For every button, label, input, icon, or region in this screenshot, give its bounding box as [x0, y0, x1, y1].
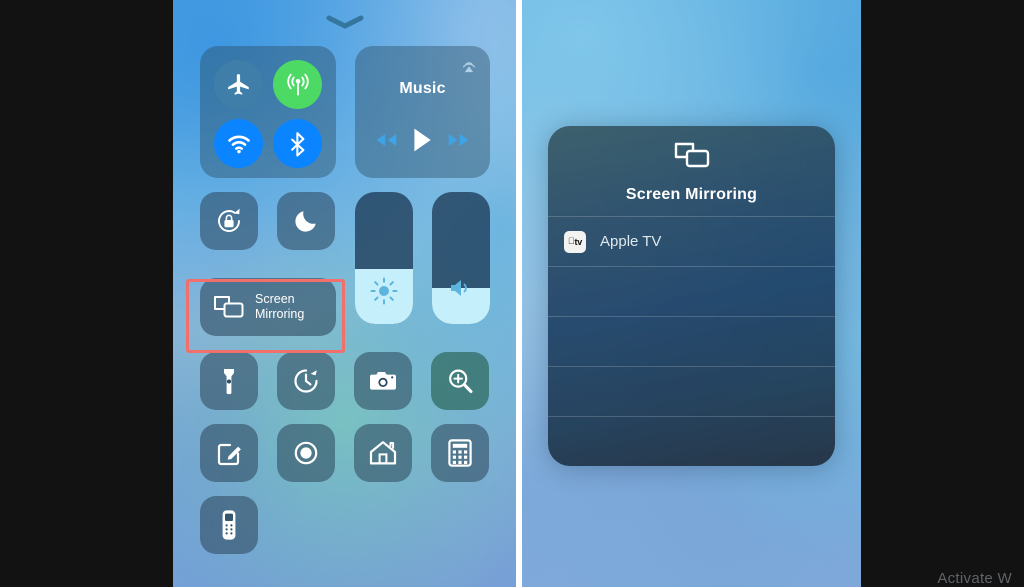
notes-pencil-icon	[217, 443, 241, 466]
airplay-audio-icon[interactable]	[459, 55, 479, 80]
play-icon[interactable]	[411, 127, 433, 158]
do-not-disturb-toggle[interactable]	[277, 192, 335, 250]
control-center-panel: Music Screen Mirroring	[173, 0, 516, 587]
home-button[interactable]	[354, 424, 412, 482]
chevron-down-icon[interactable]	[325, 14, 365, 35]
speaker-icon	[432, 276, 490, 300]
now-playing-controls	[355, 127, 490, 158]
notes-button[interactable]	[200, 424, 258, 482]
screen-record-button[interactable]	[277, 424, 335, 482]
screen-mirroring-icon	[214, 296, 244, 318]
rotation-lock-icon	[218, 208, 240, 232]
sheet-title: Screen Mirroring	[625, 185, 758, 203]
screen-mirroring-icon	[672, 139, 712, 176]
rewind-icon[interactable]	[374, 131, 398, 154]
appletv-icon-text: tv	[571, 236, 582, 247]
sheet-header: Screen Mirroring	[548, 126, 835, 216]
timer-button[interactable]	[277, 352, 335, 410]
airplane-mode-toggle[interactable]	[214, 60, 263, 109]
moon-icon	[295, 211, 316, 232]
home-icon	[369, 441, 397, 465]
windows-activation-watermark: Activate W	[937, 570, 1012, 587]
calculator-icon	[448, 439, 472, 467]
wifi-icon	[227, 135, 250, 153]
magnifier-icon	[449, 369, 473, 394]
airplane-icon	[227, 73, 249, 95]
device-row-empty	[548, 416, 835, 466]
cellular-antenna-icon	[286, 73, 309, 95]
device-row-apple-tv[interactable]: tv Apple TV	[548, 216, 835, 266]
device-row-empty	[548, 316, 835, 366]
bluetooth-toggle[interactable]	[273, 119, 322, 168]
now-playing-title: Music	[399, 80, 446, 97]
remote-icon	[222, 510, 236, 540]
calculator-button[interactable]	[431, 424, 489, 482]
rotation-lock-toggle[interactable]	[200, 192, 258, 250]
control-center-row-1: Music	[200, 46, 490, 178]
cellular-data-toggle[interactable]	[273, 60, 322, 109]
device-row-empty	[548, 366, 835, 416]
brightness-slider[interactable]	[355, 192, 413, 324]
screenshot-root: Music Screen Mirroring Screen Mirroring …	[0, 0, 1024, 587]
device-row-empty	[548, 266, 835, 316]
screen-record-icon	[294, 441, 318, 465]
device-name: Apple TV	[600, 233, 662, 250]
screen-mirroring-row: Screen Mirroring	[200, 278, 336, 336]
apple-tv-remote-button[interactable]	[200, 496, 258, 554]
screen-mirroring-tile[interactable]: Screen Mirroring	[200, 278, 336, 336]
screen-mirroring-label: Screen Mirroring	[255, 292, 304, 322]
wifi-toggle[interactable]	[214, 119, 263, 168]
connectivity-module	[200, 46, 336, 178]
screen-mirroring-label-line1: Screen	[255, 292, 295, 306]
screen-mirroring-panel: Screen Mirroring tv Apple TV	[522, 0, 861, 587]
shortcut-row-2	[200, 424, 490, 482]
timer-icon	[294, 369, 318, 393]
fast-forward-icon[interactable]	[447, 131, 471, 154]
appletv-logo-icon: tv	[564, 230, 586, 253]
control-center-row-2: Screen Mirroring	[200, 192, 490, 336]
flashlight-button[interactable]	[200, 352, 258, 410]
brightness-sun-icon	[355, 276, 413, 306]
magnifier-button[interactable]	[431, 352, 489, 410]
now-playing-module[interactable]: Music	[355, 46, 490, 178]
camera-icon	[370, 372, 396, 390]
screen-mirroring-sheet: Screen Mirroring tv Apple TV	[548, 126, 835, 466]
shortcut-row-1	[200, 352, 490, 410]
bluetooth-icon	[290, 131, 304, 157]
screen-mirroring-label-line2: Mirroring	[255, 307, 305, 321]
volume-slider[interactable]	[432, 192, 490, 324]
camera-button[interactable]	[354, 352, 412, 410]
control-center-grid: Music Screen Mirroring	[200, 46, 490, 554]
shortcut-row-3	[200, 496, 490, 554]
flashlight-icon	[224, 369, 234, 395]
